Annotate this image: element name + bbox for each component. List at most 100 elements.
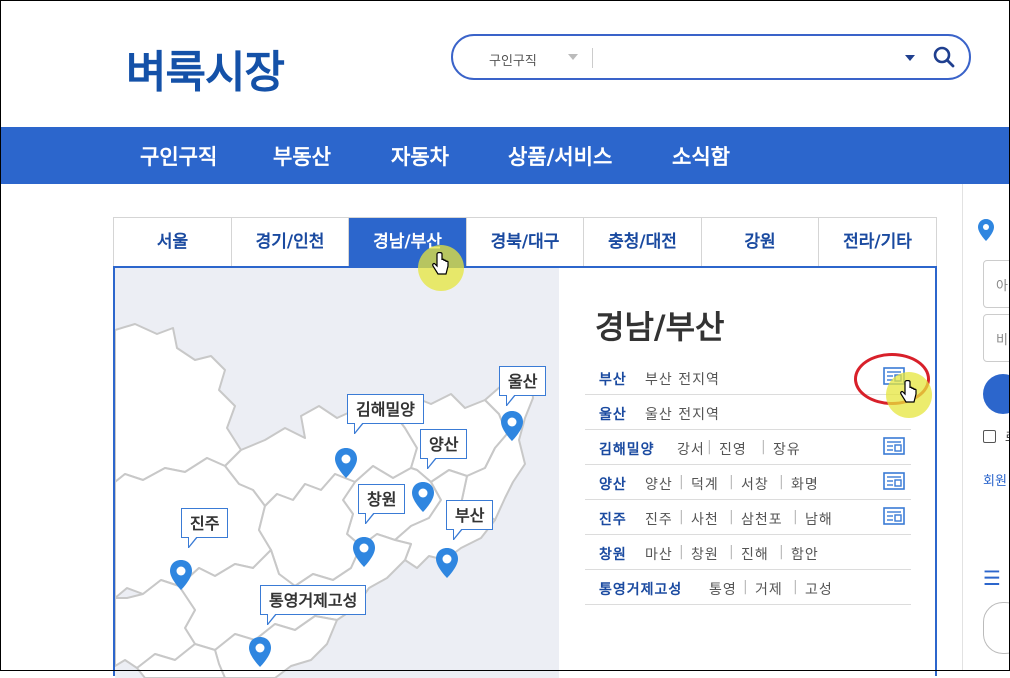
subregion-link[interactable]: 남해 <box>805 509 833 529</box>
nav-item-news[interactable]: 소식함 <box>672 141 730 171</box>
password-field-placeholder: 비 <box>996 333 1008 348</box>
map-pin-ulsan-icon[interactable] <box>500 410 524 442</box>
subregion-link[interactable]: 함안 <box>791 544 819 564</box>
separator: | <box>779 544 785 560</box>
subregion-link[interactable]: 덕계 <box>691 474 719 494</box>
separator: | <box>729 474 735 490</box>
subregion-link[interactable]: 울산 전지역 <box>645 404 720 424</box>
nav-item-goods[interactable]: 상품/서비스 <box>508 141 612 171</box>
region-name-changwon[interactable]: 창원 <box>599 544 627 564</box>
subregion-link[interactable]: 화명 <box>791 474 819 494</box>
tab-gyeonggi[interactable]: 경기/인천 <box>232 218 349 266</box>
separator: | <box>779 474 785 490</box>
separator: | <box>743 579 749 595</box>
map-label-yangsan[interactable]: 양산 <box>420 429 468 469</box>
separator: | <box>793 579 799 595</box>
subregion-link[interactable]: 마산 <box>645 544 673 564</box>
map-pin-tongyeong-icon[interactable] <box>248 636 272 668</box>
id-field[interactable]: 아 <box>983 260 1010 308</box>
map-pin-busan-icon[interactable] <box>435 547 459 579</box>
dropdown-caret-icon[interactable] <box>905 55 915 61</box>
region-name-busan[interactable]: 부산 <box>599 369 627 389</box>
region-tabs: 서울 경기/인천 경남/부산 경북/대구 충청/대전 강원 전라/기타 <box>113 217 937 267</box>
subregion-link[interactable]: 진해 <box>741 544 769 564</box>
subregion-link[interactable]: 거제 <box>755 579 783 599</box>
hand-cursor-icon <box>432 252 449 275</box>
subregion-link[interactable]: 양산 <box>645 474 673 494</box>
map-pin-gimhae-icon[interactable] <box>334 447 358 479</box>
list-item: 양산 양산 | 덕계 | 서창 | 화명 <box>585 465 911 500</box>
site-logo[interactable]: 벼룩시장 <box>126 36 285 100</box>
tab-gangwon[interactable]: 강원 <box>702 218 819 266</box>
region-list: 부산 부산 전지역 울산 울산 전지역 김해밀양 강서 | 진영 | 장유 양산… <box>585 360 911 605</box>
login-button[interactable] <box>983 374 1010 414</box>
newspaper-icon[interactable] <box>883 437 905 455</box>
map-pin-yangsan-icon[interactable] <box>411 481 435 513</box>
subregion-link[interactable]: 서창 <box>741 474 769 494</box>
region-title: 경남/부산 <box>595 308 725 346</box>
tab-gyeongbuk[interactable]: 경북/대구 <box>467 218 584 266</box>
region-name-tongyeong[interactable]: 통영거제고성 <box>599 579 682 599</box>
join-link[interactable]: 회원 <box>983 470 1007 489</box>
tab-jeolla[interactable]: 전라/기타 <box>819 218 936 266</box>
newspaper-icon[interactable] <box>883 507 905 525</box>
nav-item-realestate[interactable]: 부동산 <box>273 141 331 171</box>
subregion-link[interactable]: 장유 <box>773 439 801 459</box>
search-category-select[interactable]: 구인구직 <box>489 50 537 69</box>
region-name-yangsan[interactable]: 양산 <box>599 474 627 494</box>
map-label-gimhae[interactable]: 김해밀양 <box>347 394 424 434</box>
map-label-changwon[interactable]: 창원 <box>358 484 406 524</box>
main-nav: 구인구직 부동산 자동차 상품/서비스 소식함 <box>0 127 1010 184</box>
separator: | <box>793 509 799 525</box>
search-icon[interactable] <box>933 46 955 68</box>
side-menu-panel: ☰ <box>962 526 1010 671</box>
list-item: 통영거제고성 통영 | 거제 | 고성 <box>585 570 911 605</box>
separator: | <box>679 509 685 525</box>
separator: | <box>679 544 685 560</box>
password-field[interactable]: 비 <box>983 314 1010 362</box>
menu-icon[interactable]: ☰ <box>983 566 1001 590</box>
separator: | <box>707 439 713 455</box>
list-item: 김해밀양 강서 | 진영 | 장유 <box>585 430 911 465</box>
subregion-link[interactable]: 진영 <box>719 439 747 459</box>
list-item: 진주 진주 | 사천 | 삼천포 | 남해 <box>585 500 911 535</box>
subregion-link[interactable]: 창원 <box>691 544 719 564</box>
region-panel: 울산 김해밀양 양산 창원 부산 진주 통영거제고성 경남/부산 부산 부산 전… <box>113 266 937 678</box>
remember-label: 로 <box>1005 428 1010 445</box>
map-label-ulsan[interactable]: 울산 <box>499 366 547 406</box>
map-label-jinju[interactable]: 진주 <box>181 508 229 548</box>
subregion-link[interactable]: 사천 <box>691 509 719 529</box>
map-pin-changwon-icon[interactable] <box>352 536 376 568</box>
subregion-link[interactable]: 강서 <box>677 439 705 459</box>
region-name-gimhae[interactable]: 김해밀양 <box>599 439 655 459</box>
subregion-link[interactable]: 진주 <box>645 509 673 529</box>
hand-cursor-icon <box>900 380 917 403</box>
map-label-tongyeong[interactable]: 통영거제고성 <box>260 585 367 625</box>
subregion-link[interactable]: 고성 <box>805 579 833 599</box>
tab-seoul[interactable]: 서울 <box>114 218 232 266</box>
search-bar[interactable]: 구인구직 <box>451 34 971 80</box>
map-label-busan[interactable]: 부산 <box>446 500 494 540</box>
subregion-link[interactable]: 부산 전지역 <box>645 369 720 389</box>
location-pin-icon <box>978 219 994 241</box>
region-name-jinju[interactable]: 진주 <box>599 509 627 529</box>
login-panel: 아 비 로 회원 <box>962 184 1010 526</box>
category-caret-icon[interactable] <box>568 54 578 60</box>
remember-checkbox[interactable] <box>983 430 996 443</box>
region-map: 울산 김해밀양 양산 창원 부산 진주 통영거제고성 <box>115 268 559 678</box>
tab-chungcheong[interactable]: 충청/대전 <box>584 218 702 266</box>
separator: | <box>761 439 767 455</box>
list-item: 울산 울산 전지역 <box>585 395 911 430</box>
map-pin-jinju-icon[interactable] <box>169 559 193 591</box>
separator: | <box>729 544 735 560</box>
search-input[interactable] <box>603 48 893 68</box>
list-item: 창원 마산 | 창원 | 진해 | 함안 <box>585 535 911 570</box>
side-pill-button[interactable] <box>983 602 1010 654</box>
nav-item-jobs[interactable]: 구인구직 <box>140 141 217 171</box>
region-name-ulsan[interactable]: 울산 <box>599 404 627 424</box>
separator: | <box>679 474 685 490</box>
subregion-link[interactable]: 삼천포 <box>741 509 783 529</box>
newspaper-icon[interactable] <box>883 472 905 490</box>
nav-item-cars[interactable]: 자동차 <box>391 141 449 171</box>
subregion-link[interactable]: 통영 <box>709 579 737 599</box>
